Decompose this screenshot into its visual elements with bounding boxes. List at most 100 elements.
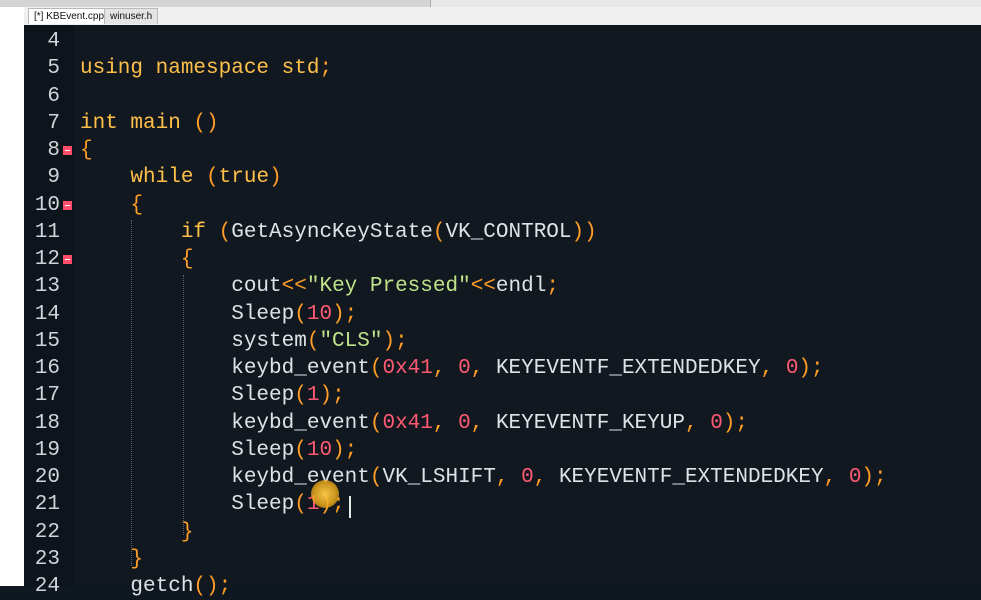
code-token: 1	[306, 384, 320, 408]
code-line[interactable]: 17 Sleep(1);	[0, 382, 981, 409]
code-token: endl	[495, 275, 547, 299]
line-number: 6	[47, 84, 60, 108]
code-line[interactable]: 16 keybd_event(0x41, 0, KEYEVENTF_EXTEND…	[0, 355, 981, 382]
code-line[interactable]: 24 getch();	[0, 573, 981, 600]
line-number: 17	[34, 384, 60, 408]
code-token: ,	[823, 466, 849, 489]
code-line[interactable]: 23 }	[0, 546, 981, 573]
code-line[interactable]: 14 Sleep(10);	[0, 301, 981, 328]
code-token: (	[294, 302, 307, 326]
line-number: 24	[34, 575, 60, 598]
code-token: {	[180, 248, 194, 271]
code-line[interactable]: 18 keybd_event(0x41, 0, KEYEVENTF_KEYUP,…	[0, 410, 981, 437]
code-token: 0x41	[382, 357, 433, 380]
code-line[interactable]: 5 using namespace std;	[0, 55, 981, 82]
code-line[interactable]: 4	[0, 28, 981, 55]
code-text: {	[80, 192, 143, 219]
code-token: )	[269, 166, 282, 190]
code-text: }	[80, 519, 194, 546]
code-text: {	[80, 246, 194, 273]
code-token: (	[294, 493, 307, 517]
code-line[interactable]: 21 Sleep(1);	[0, 491, 981, 518]
code-token: ,	[533, 466, 559, 489]
line-number: 11	[34, 220, 60, 244]
code-token: KEYEVENTF_EXTENDEDKEY	[558, 466, 824, 489]
code-token: ,	[760, 357, 786, 380]
code-text: Sleep(10);	[80, 437, 357, 464]
code-line[interactable]: 11 if (GetAsyncKeyState(VK_CONTROL))	[0, 219, 981, 246]
tab-kbevent-cpp[interactable]: [*] KBEvent.cpp	[28, 8, 111, 24]
code-text: keybd_event(0x41, 0, KEYEVENTF_KEYUP, 0)…	[80, 410, 748, 437]
code-text: Sleep(1);	[80, 382, 344, 409]
code-token: (	[294, 384, 307, 408]
code-text: using namespace std;	[80, 55, 332, 82]
code-line[interactable]: 12 {	[0, 246, 981, 273]
fold-toggle-icon[interactable]	[63, 146, 72, 155]
code-token: int main	[80, 111, 194, 135]
code-token: keybd_event	[80, 357, 370, 380]
code-token: (	[294, 438, 307, 462]
code-text: keybd_event(VK_LSHIFT, 0, KEYEVENTF_EXTE…	[80, 464, 886, 491]
code-line[interactable]: 20 keybd_event(VK_LSHIFT, 0, KEYEVENTF_E…	[0, 464, 981, 491]
code-text: keybd_event(0x41, 0, KEYEVENTF_EXTENDEDK…	[80, 355, 824, 382]
code-line[interactable]: 8{	[0, 137, 981, 164]
code-token: );	[722, 411, 749, 435]
code-line[interactable]: 7 int main ()	[0, 110, 981, 137]
fold-toggle-icon[interactable]	[63, 200, 72, 210]
code-line[interactable]: 19 Sleep(10);	[0, 437, 981, 464]
code-line[interactable]: 10 {	[0, 192, 981, 219]
line-number: 18	[34, 411, 60, 435]
code-token: 10	[306, 438, 333, 462]
line-number: 23	[34, 547, 60, 571]
code-line[interactable]: 15 system("CLS");	[0, 328, 981, 355]
code-token: "CLS"	[319, 329, 383, 353]
mouse-cursor-highlight	[311, 480, 339, 508]
code-token: 10	[306, 302, 333, 326]
code-token: }	[130, 547, 144, 571]
line-number: 16	[34, 357, 60, 380]
code-token: keybd_event	[80, 411, 370, 435]
code-token: (	[218, 220, 232, 244]
code-token: ,	[684, 411, 711, 435]
code-line[interactable]: 22 }	[0, 519, 981, 546]
code-line[interactable]: 6	[0, 83, 981, 110]
fold-toggle-icon[interactable]	[63, 255, 72, 264]
code-line[interactable]: 9 while (true)	[0, 164, 981, 191]
code-token: getch	[80, 575, 194, 598]
code-token: VK_CONTROL	[445, 220, 572, 244]
code-token: 0	[458, 357, 471, 380]
code-token: GetAsyncKeyState	[231, 220, 433, 244]
code-text: getch();	[80, 573, 231, 600]
code-token: while	[80, 166, 207, 190]
line-number: 9	[47, 166, 60, 190]
code-token: cout	[80, 275, 282, 299]
code-token: {	[130, 193, 144, 217]
code-token: ,	[432, 357, 459, 380]
line-number: 12	[34, 248, 60, 271]
code-token: ,	[495, 466, 522, 489]
line-number: 19	[34, 438, 60, 462]
code-token: "Key Pressed"	[306, 275, 471, 299]
code-token: 0	[848, 466, 862, 489]
line-number: 8	[47, 139, 60, 162]
code-token: 0	[521, 466, 534, 489]
line-number: 21	[34, 493, 60, 517]
code-token: 0	[458, 411, 471, 435]
line-number: 7	[47, 111, 60, 135]
code-text: {	[80, 137, 93, 164]
code-line[interactable]: 13 cout<<"Key Pressed"<<endl;	[0, 273, 981, 300]
code-token: Sleep	[80, 493, 295, 517]
code-token: ;	[546, 275, 559, 299]
code-token: using namespace std	[80, 57, 320, 81]
tab-winuser-h[interactable]: winuser.h	[104, 8, 159, 24]
code-token: <<	[470, 275, 496, 299]
code-token: );	[798, 357, 824, 380]
code-token: ,	[470, 411, 496, 435]
code-token: ,	[432, 411, 459, 435]
code-token: {	[80, 139, 93, 162]
code-token: ();	[193, 575, 232, 598]
code-token: Sleep	[80, 384, 295, 408]
code-token: (	[306, 329, 320, 353]
title-strip-segment	[0, 0, 431, 7]
